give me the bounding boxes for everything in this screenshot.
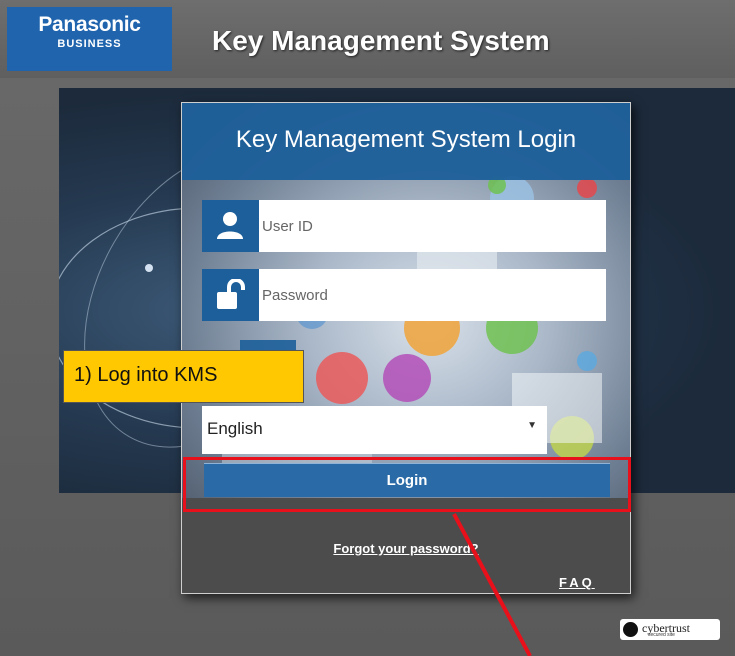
password-input[interactable] <box>259 269 606 321</box>
unlock-icon <box>202 269 259 321</box>
user-id-input[interactable] <box>259 200 606 252</box>
user-id-row <box>202 200 606 252</box>
logo-brand: Panasonic <box>38 13 141 36</box>
forgot-password-link[interactable]: Forgot your password? <box>182 541 630 556</box>
user-icon <box>202 200 259 252</box>
cybertrust-subtext: secured site <box>648 632 675 638</box>
app-title: Key Management System <box>212 25 550 56</box>
chevron-down-icon: ▼ <box>527 420 537 431</box>
logo-sub: BUSINESS <box>57 38 122 50</box>
annotation-arrow <box>452 513 532 656</box>
faq-link[interactable]: FAQ <box>559 575 595 590</box>
login-title: Key Management System Login <box>235 126 577 153</box>
panasonic-logo: Panasonic BUSINESS <box>7 7 172 71</box>
language-select[interactable]: English ▼ <box>202 406 547 454</box>
login-panel: Key Management System Login English <box>181 102 631 594</box>
step-callout: 1) Log into KMS <box>63 350 304 403</box>
cybertrust-badge: cybertrust secured site <box>620 619 720 640</box>
password-row <box>202 269 606 321</box>
language-selected-value: English <box>207 419 263 438</box>
cybertrust-logo-icon <box>623 622 638 637</box>
login-highlight-box <box>183 457 631 512</box>
top-header: Panasonic BUSINESS Key Management System <box>0 0 735 78</box>
kms-login-page: Panasonic BUSINESS Key Management System <box>0 0 735 656</box>
